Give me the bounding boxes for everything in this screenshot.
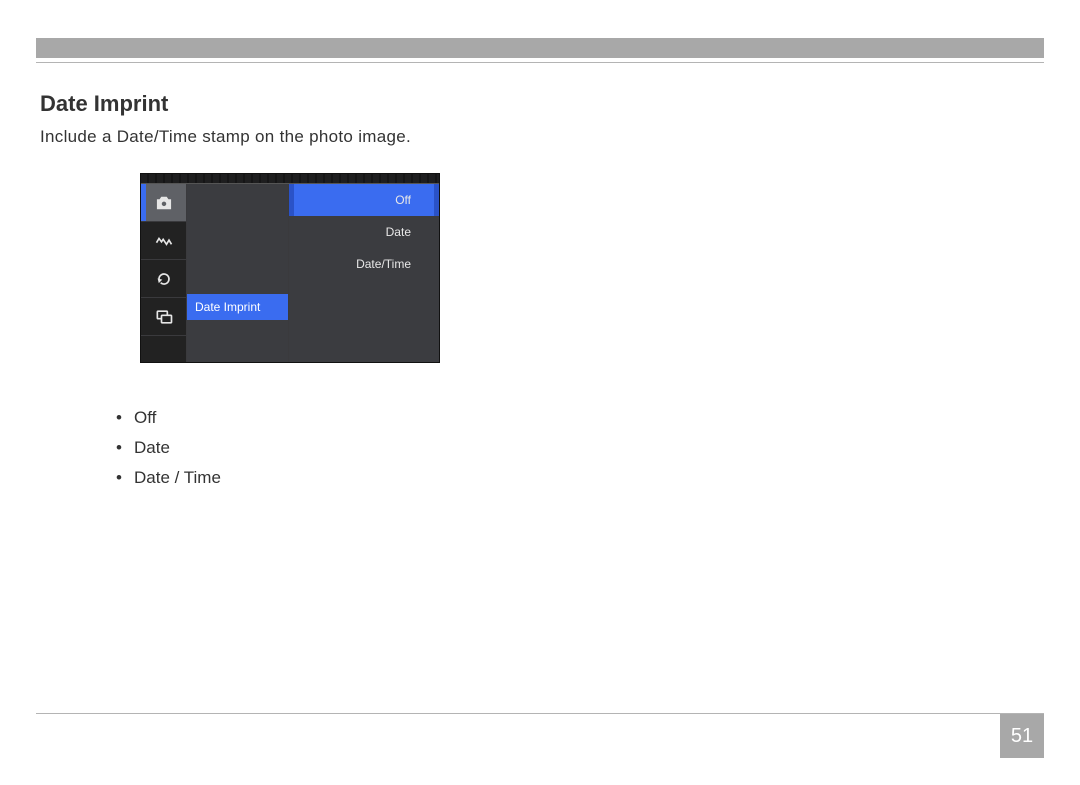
page-footer: 51 — [36, 713, 1044, 758]
menu-category-column: Date Imprint — [187, 184, 289, 362]
section-heading: Date Imprint — [40, 91, 1044, 117]
option-bullet: Date / Time — [116, 463, 1044, 493]
option-bullet: Date — [116, 433, 1044, 463]
screenshot-body: Date Imprint Off Date Date/Time — [141, 184, 439, 362]
footer-divider — [36, 713, 1044, 714]
page-number: 51 — [1000, 714, 1044, 758]
menu-option-datetime[interactable]: Date/Time — [289, 248, 439, 280]
header-bar — [36, 38, 1044, 58]
refresh-icon — [154, 269, 174, 289]
menu-scroll-indicator — [434, 184, 439, 216]
screens-tab[interactable] — [141, 298, 186, 336]
menu-option-date[interactable]: Date — [289, 216, 439, 248]
burst-tab[interactable] — [141, 222, 186, 260]
refresh-tab[interactable] — [141, 260, 186, 298]
menu-options-column: Off Date Date/Time — [289, 184, 439, 362]
camera-icon — [154, 193, 174, 213]
option-bullet: Off — [116, 403, 1044, 433]
content-area: Date Imprint Include a Date/Time stamp o… — [36, 63, 1044, 492]
screens-icon — [154, 307, 174, 327]
camera-tab[interactable] — [141, 184, 186, 222]
menu-option-off[interactable]: Off — [289, 184, 439, 216]
screenshot-top-strip — [141, 174, 439, 184]
camera-menu-screenshot: Date Imprint Off Date Date/Time — [140, 173, 440, 363]
option-bullet-list: Off Date Date / Time — [116, 403, 1044, 492]
menu-tab-column — [141, 184, 187, 362]
page-frame: Date Imprint Include a Date/Time stamp o… — [36, 38, 1044, 758]
section-caption: Include a Date/Time stamp on the photo i… — [40, 127, 1044, 147]
menu-selected-row[interactable]: Date Imprint — [187, 294, 288, 320]
burst-icon — [154, 231, 174, 251]
